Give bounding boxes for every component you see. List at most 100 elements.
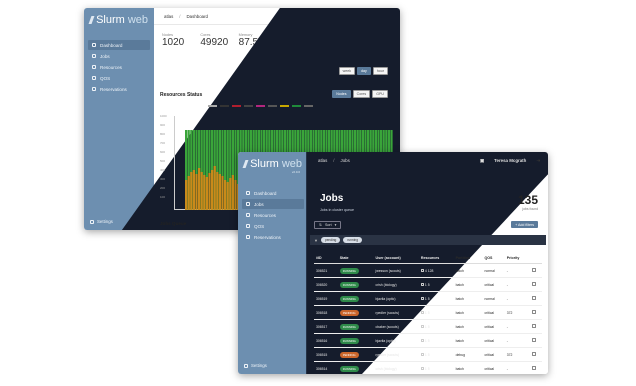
stat-cores: Cores 49920 <box>200 33 229 48</box>
notifications-icon[interactable]: ▣ <box>332 13 336 19</box>
details-icon[interactable] <box>532 366 536 370</box>
breadcrumb-cluster[interactable]: atlas <box>164 14 173 19</box>
table-row[interactable]: 306519 RUNNING bjavila (optic) 1 5 batch norm… <box>314 291 542 306</box>
table-row[interactable]: 306515 PENDING rpedler (scouts) 1 5 debug cri… <box>314 347 542 362</box>
page-title: Jobs <box>320 193 344 204</box>
col-actions <box>530 253 542 264</box>
job-id[interactable]: 306515 <box>314 347 338 362</box>
sidebar-item-jobs[interactable]: Jobs <box>88 51 150 61</box>
range-week[interactable]: week <box>338 67 355 75</box>
range-day[interactable]: day <box>357 67 371 75</box>
details-icon[interactable] <box>532 324 536 328</box>
job-resources: 1 5 <box>418 291 454 306</box>
details-icon[interactable] <box>532 268 536 272</box>
details-icon[interactable] <box>532 310 536 314</box>
resources-value: 4 128 <box>424 268 434 273</box>
table-row[interactable]: 306518 PENDING rpedler (scouts) 1 5 batch cri… <box>314 305 542 320</box>
details-icon[interactable] <box>532 296 536 300</box>
col-user[interactable]: User (account) <box>373 253 419 264</box>
job-id[interactable]: 306521 <box>314 263 338 278</box>
details-icon[interactable] <box>532 338 536 342</box>
table-row[interactable]: 306521 RUNNING jwesson (scouts) 4 128 batch n… <box>314 263 542 278</box>
job-resources: 1 5 <box>418 305 454 320</box>
table-row[interactable]: 306517 RUNNING cbaker (scouts) 1 5 batch crit… <box>314 319 542 334</box>
logout-icon[interactable]: ⇥ <box>388 13 392 19</box>
job-id[interactable]: 306520 <box>314 277 338 292</box>
settings-link[interactable]: Settings <box>244 363 267 368</box>
job-id[interactable]: 306518 <box>314 305 338 320</box>
table-row[interactable]: 306516 RUNNING bjavila (optic) 1 5 batch crit… <box>314 333 542 348</box>
resources-value: 1 5 <box>424 338 430 343</box>
sidebar-item-resources[interactable]: Resources <box>88 62 150 72</box>
node-icon <box>420 310 424 314</box>
sidebar-item-qos[interactable]: QOS <box>242 221 304 231</box>
sidebar-item-dashboard[interactable]: Dashboard <box>88 40 150 50</box>
sidebar-item-reservations[interactable]: Reservations <box>242 232 304 242</box>
settings-link[interactable]: Settings <box>90 219 113 224</box>
table-row[interactable]: 306514 RUNNING crish (biology) 1 5 batch crit… <box>314 361 542 374</box>
sidebar-item-jobs[interactable]: Jobs <box>242 199 304 209</box>
chart-legend <box>208 105 313 107</box>
job-qos: critical <box>482 333 505 348</box>
col-priority[interactable]: Priority <box>504 253 531 264</box>
stat-total-jobs: Total jobs 942 <box>353 33 371 48</box>
col-partition[interactable]: Partition <box>453 253 483 264</box>
col-state[interactable]: State <box>337 253 374 264</box>
toggle-cores[interactable]: Cores <box>352 90 371 98</box>
chart-bar-mixed <box>216 172 219 210</box>
job-id[interactable]: 306519 <box>314 291 338 306</box>
sort-select[interactable]: ⇅ Sort ▾ <box>314 221 342 229</box>
toggle-nodes[interactable]: Nodes <box>332 90 351 98</box>
sidebar-item-dashboard[interactable]: Dashboard <box>242 188 304 198</box>
table-row[interactable]: 306520 RUNNING crish (biology) 1 5 batch crit… <box>314 277 542 292</box>
resources-value: 1 5 <box>424 366 430 371</box>
gear-icon <box>244 363 248 368</box>
resources-value: 1 5 <box>424 310 430 315</box>
dashboard-icon <box>92 43 96 47</box>
details-icon[interactable] <box>532 352 536 356</box>
toggle-gpu[interactable]: GPU <box>372 90 388 98</box>
jobs-icon <box>246 202 250 206</box>
breadcrumb-cluster[interactable]: atlas <box>318 158 327 163</box>
user-name[interactable]: Teresa Mcgrath <box>346 14 378 19</box>
job-qos: critical <box>482 319 505 334</box>
job-id[interactable]: 306514 <box>314 361 338 374</box>
col-qos[interactable]: QOS <box>482 253 505 264</box>
resources-value: 1 5 <box>424 352 430 357</box>
filter-pill-pending[interactable]: pending <box>320 237 341 243</box>
add-filters-button[interactable]: + Add filters <box>511 221 538 228</box>
stats-row: Nodes 1020 Cores 49920 Memory 87.5TB GPU 0 R… <box>154 25 400 48</box>
chart-bar-mixed <box>224 180 227 210</box>
job-state: PENDING <box>337 305 374 320</box>
logout-icon[interactable]: ⇥ <box>536 158 540 164</box>
legend-swatch <box>256 105 265 107</box>
sidebar-item-resources[interactable]: Resources <box>242 210 304 220</box>
jobs-content: Jobs Jobs in cluster queue 135 jobs foun… <box>308 169 548 374</box>
sidebar-item-qos[interactable]: QOS <box>88 73 150 83</box>
job-user: jwesson (scouts) <box>373 263 419 278</box>
filter-pill-running[interactable]: running <box>343 237 362 243</box>
sidebar-item-reservations[interactable]: Reservations <box>88 84 150 94</box>
node-icon <box>420 296 424 300</box>
slurm-logo-icon <box>242 160 249 168</box>
details-icon[interactable] <box>532 282 536 286</box>
dashboard-icon <box>246 191 250 195</box>
col-id[interactable]: #ID <box>314 253 338 264</box>
job-priority: 372 <box>504 305 531 320</box>
row-actions <box>530 263 542 278</box>
job-state: RUNNING <box>337 319 374 334</box>
job-id[interactable]: 306516 <box>314 333 338 348</box>
logo: Slurm web <box>84 8 154 26</box>
chart-bar-mixed <box>190 172 193 210</box>
range-hour[interactable]: hour <box>372 67 388 75</box>
qos-icon <box>246 224 250 228</box>
jobs-table: #ID State User (account) Resources Parti… <box>314 253 542 374</box>
job-id[interactable]: 306517 <box>314 319 338 334</box>
notifications-icon[interactable]: ▣ <box>480 158 484 164</box>
chart-bar-mixed <box>221 176 224 210</box>
job-partition: batch <box>453 277 483 292</box>
job-state: PENDING <box>337 347 374 362</box>
col-resources[interactable]: Resources <box>418 253 454 264</box>
y-tick: 900 <box>160 123 166 127</box>
user-name[interactable]: Teresa Mcgrath <box>494 158 526 163</box>
